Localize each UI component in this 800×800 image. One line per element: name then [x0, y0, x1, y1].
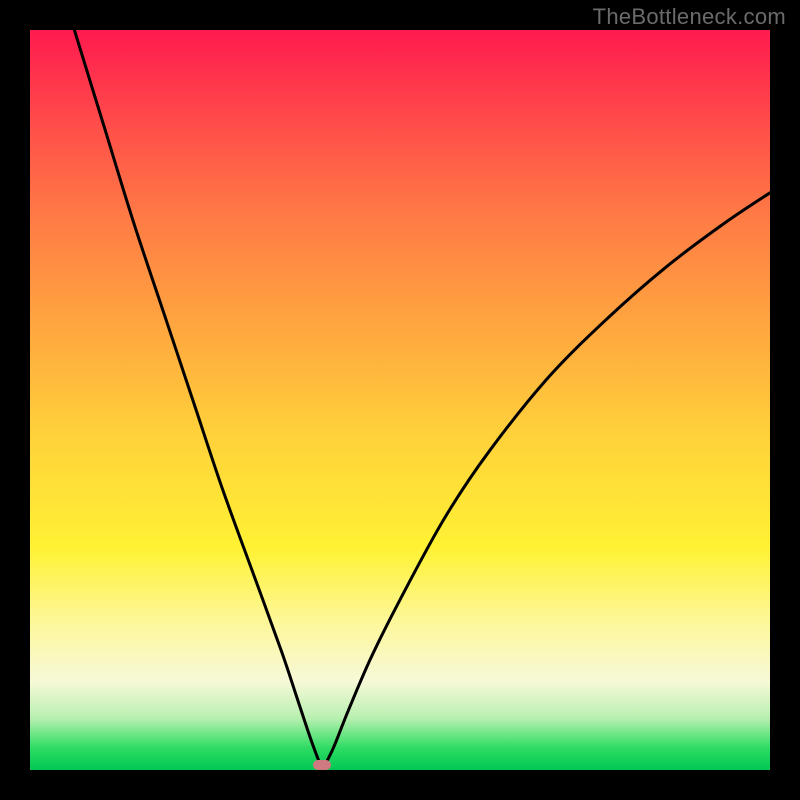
- optimum-marker: [313, 760, 331, 770]
- watermark-text: TheBottleneck.com: [593, 4, 786, 30]
- bottleneck-curve: [30, 30, 770, 770]
- curve-path: [74, 30, 770, 770]
- chart-plot-area: [30, 30, 770, 770]
